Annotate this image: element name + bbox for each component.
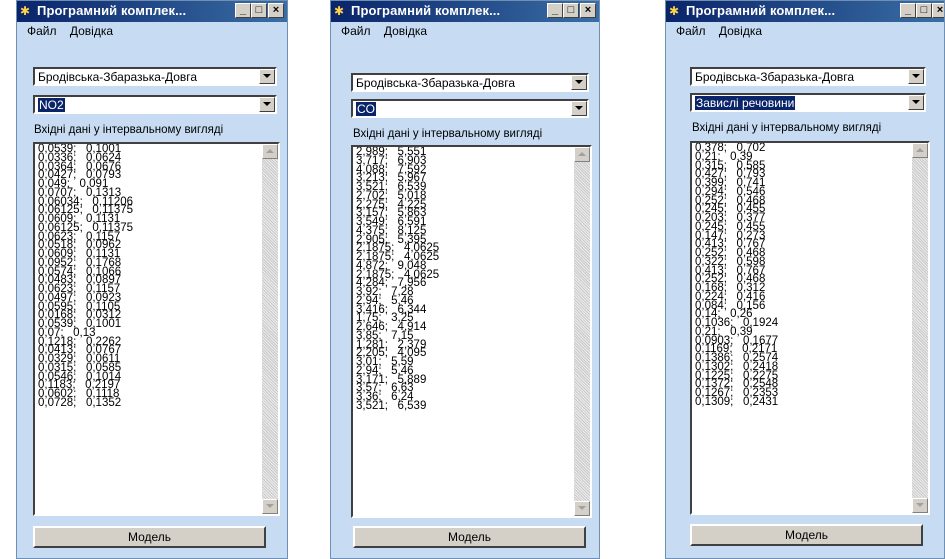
maximize-button[interactable]: □ xyxy=(916,3,932,18)
dropdown-button[interactable] xyxy=(908,95,924,110)
intervals-listbox[interactable]: 0,378; 0,702 0,21; 0,39 0,315; 0,585 0,427;… xyxy=(690,141,930,515)
window-title: Програмний комплек... xyxy=(351,3,501,18)
scroll-down-button[interactable] xyxy=(912,498,928,513)
vertical-scrollbar[interactable] xyxy=(912,143,928,513)
menu-bar: Файл Довідка xyxy=(666,22,944,40)
scroll-up-button[interactable] xyxy=(574,147,590,162)
pollutant-select[interactable]: CO xyxy=(351,99,589,118)
app-window-1: ✱ Програмний комплек... _ □ × Файл Довід… xyxy=(16,0,288,559)
close-button[interactable]: × xyxy=(932,3,944,18)
dropdown-button[interactable] xyxy=(908,69,924,84)
input-data-label: Вхідні дані у інтервальному вигляді xyxy=(353,128,543,140)
scroll-down-button[interactable] xyxy=(262,499,278,514)
list-item[interactable]: 0,1309; 0,2431 xyxy=(695,396,778,407)
scroll-down-button[interactable] xyxy=(574,501,590,516)
region-select-value: Бродівська-Збаразька-Довга xyxy=(38,70,198,84)
window-title: Програмний комплек... xyxy=(37,3,187,18)
menu-bar: Файл Довідка xyxy=(17,22,287,40)
arrow-down-icon xyxy=(578,506,586,510)
region-select[interactable]: Бродівська-Збаразька-Довга xyxy=(690,67,926,86)
input-data-label: Вхідні дані у інтервальному вигляді xyxy=(692,122,882,134)
arrow-down-icon xyxy=(916,503,924,507)
input-data-label: Вхідні дані у інтервальному вигляді xyxy=(34,124,224,136)
chevron-down-icon xyxy=(263,102,271,106)
maximize-button[interactable]: □ xyxy=(563,3,579,18)
menu-file[interactable]: Файл xyxy=(676,22,706,40)
arrow-up-icon xyxy=(266,149,274,153)
intervals-list: 2,989; 5,551 3,717; 6,903 4,088; 7,592 3,21… xyxy=(356,147,439,411)
chevron-down-icon xyxy=(912,100,920,104)
title-bar[interactable]: ✱ Програмний комплек... _ □ × xyxy=(666,1,944,22)
list-item[interactable]: 0,0728; 0,1352 xyxy=(38,397,133,408)
menu-help[interactable]: Довідка xyxy=(384,22,427,40)
chevron-down-icon xyxy=(912,74,920,78)
title-bar[interactable]: ✱ Програмний комплек... _ □ × xyxy=(17,1,287,22)
region-select[interactable]: Бродівська-Збаразька-Довга xyxy=(351,73,589,92)
chevron-down-icon xyxy=(263,74,271,78)
close-button[interactable]: × xyxy=(268,3,284,18)
chevron-down-icon xyxy=(575,80,583,84)
menu-help[interactable]: Довідка xyxy=(70,22,113,40)
pollutant-select-value: NO2 xyxy=(38,98,65,112)
scroll-up-button[interactable] xyxy=(912,143,928,158)
app-window-3: ✱ Програмний комплек... _ □ × Файл Довід… xyxy=(665,0,945,559)
region-select[interactable]: Бродівська-Збаразька-Довга xyxy=(33,67,277,86)
intervals-list: 0,0539; 0,1001 0,0336; 0,0624 0,0364; 0,06… xyxy=(38,144,133,408)
model-button[interactable]: Модель xyxy=(690,524,923,546)
dropdown-button[interactable] xyxy=(571,75,587,90)
model-button[interactable]: Модель xyxy=(33,526,266,548)
region-select-value: Бродівська-Збаразька-Довга xyxy=(356,76,516,90)
menu-bar: Файл Довідка xyxy=(331,22,599,40)
scroll-up-button[interactable] xyxy=(262,144,278,159)
minimize-button[interactable]: _ xyxy=(900,3,916,18)
dropdown-button[interactable] xyxy=(259,69,275,84)
pollutant-select-value: CO xyxy=(356,102,376,116)
intervals-listbox[interactable]: 0,0539; 0,1001 0,0336; 0,0624 0,0364; 0,06… xyxy=(33,142,280,516)
menu-help[interactable]: Довідка xyxy=(719,22,762,40)
arrow-up-icon xyxy=(916,148,924,152)
app-icon: ✱ xyxy=(20,4,31,18)
list-item[interactable]: 3,521; 6,539 xyxy=(356,400,439,411)
pollutant-select[interactable]: NO2 xyxy=(33,95,277,114)
minimize-button[interactable]: _ xyxy=(235,3,251,18)
vertical-scrollbar[interactable] xyxy=(262,144,278,514)
intervals-listbox[interactable]: 2,989; 5,551 3,717; 6,903 4,088; 7,592 3,21… xyxy=(351,145,592,518)
menu-file[interactable]: Файл xyxy=(27,22,57,40)
pollutant-select[interactable]: Завислі речовини xyxy=(690,93,926,112)
region-select-value: Бродівська-Збаразька-Довга xyxy=(695,70,855,84)
app-window-2: ✱ Програмний комплек... _ □ × Файл Довід… xyxy=(330,0,600,559)
pollutant-select-value: Завислі речовини xyxy=(695,96,796,110)
maximize-button[interactable]: □ xyxy=(251,3,267,18)
arrow-up-icon xyxy=(578,152,586,156)
app-icon: ✱ xyxy=(334,4,345,18)
chevron-down-icon xyxy=(575,106,583,110)
minimize-button[interactable]: _ xyxy=(547,3,563,18)
window-title: Програмний комплек... xyxy=(686,3,836,18)
intervals-list: 0,378; 0,702 0,21; 0,39 0,315; 0,585 0,427;… xyxy=(695,143,778,407)
model-button[interactable]: Модель xyxy=(353,526,586,548)
vertical-scrollbar[interactable] xyxy=(574,147,590,516)
title-bar[interactable]: ✱ Програмний комплек... _ □ × xyxy=(331,1,599,22)
dropdown-button[interactable] xyxy=(259,97,275,112)
app-icon: ✱ xyxy=(669,4,680,18)
arrow-down-icon xyxy=(266,504,274,508)
close-button[interactable]: × xyxy=(580,3,596,18)
dropdown-button[interactable] xyxy=(571,101,587,116)
menu-file[interactable]: Файл xyxy=(341,22,371,40)
